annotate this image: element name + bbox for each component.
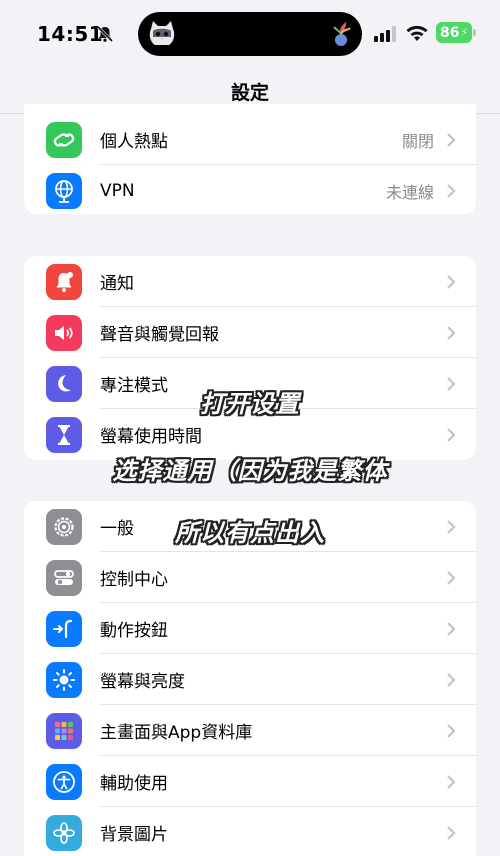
chevron-right-icon [447,621,456,636]
row-value: 未連線 [385,182,434,202]
status-bar: 14:51 86 ⚡ [0,0,500,70]
status-time: 14:51 [37,22,104,46]
row-screen-time[interactable]: 螢幕使用時間 [24,409,476,460]
wifi-icon [406,25,428,41]
settings-group-general: 一般 控制中心 動作按鈕 螢幕與亮度 主畫面與App資料庫 輔助使用 背景圖片 [24,501,476,856]
row-wallpaper[interactable]: 背景圖片 [24,807,476,856]
page-title: 設定 [230,82,269,104]
row-label: 一般 [100,519,134,539]
chevron-right-icon [447,427,456,442]
row-label: 動作按鈕 [100,621,168,641]
action-button-icon [46,610,82,647]
chevron-right-icon [447,274,456,289]
row-sounds-haptics[interactable]: 聲音與觸覺回報 [24,307,476,358]
row-action-button[interactable]: 動作按鈕 [24,603,476,654]
settings-group-notifications: 通知 聲音與觸覺回報 專注模式 螢幕使用時間 [24,256,476,460]
row-label: 螢幕使用時間 [100,427,202,447]
gear-icon [46,508,82,545]
row-label: 螢幕與亮度 [100,672,185,692]
chevron-right-icon [447,183,456,198]
bell-slash-icon [96,25,114,43]
speaker-icon [46,314,82,351]
chevron-right-icon [447,376,456,391]
battery-level: 86 [440,24,460,41]
moon-icon [46,365,82,402]
chevron-right-icon [447,570,456,585]
vpn-globe-icon [46,172,82,209]
row-accessibility[interactable]: 輔助使用 [24,756,476,807]
row-label: 控制中心 [100,570,168,590]
row-personal-hotspot[interactable]: 個人熱點 關閉 [24,114,476,165]
flower-app-icon [333,22,351,46]
row-vpn[interactable]: VPN 未連線 [24,165,476,214]
app-grid-icon [46,712,82,749]
row-general[interactable]: 一般 [24,501,476,552]
row-notifications[interactable]: 通知 [24,256,476,307]
row-label: VPN [100,180,135,201]
chevron-right-icon [447,519,456,534]
row-label: 個人熱點 [100,132,168,152]
chevron-right-icon [447,672,456,687]
settings-group-connectivity: 個人熱點 關閉 VPN 未連線 [24,104,476,214]
row-label: 通知 [100,274,134,294]
row-label: 主畫面與App資料庫 [100,723,253,743]
sun-icon [46,661,82,698]
cat-avatar-icon [149,21,175,45]
row-home-screen-app-library[interactable]: 主畫面與App資料庫 [24,705,476,756]
charging-bolt-icon: ⚡ [460,26,469,39]
chevron-right-icon [447,774,456,789]
hotspot-icon [46,121,82,158]
row-label: 背景圖片 [100,825,168,845]
battery-tip [473,29,476,36]
hourglass-icon [46,416,82,453]
flower-icon [46,814,82,851]
chevron-right-icon [447,132,456,147]
accessibility-icon [46,763,82,800]
bell-icon [46,263,82,300]
dynamic-island[interactable] [138,12,362,56]
row-control-center[interactable]: 控制中心 [24,552,476,603]
chevron-right-icon [447,723,456,738]
row-value: 關閉 [401,131,434,151]
row-focus[interactable]: 專注模式 [24,358,476,409]
chevron-right-icon [447,825,456,840]
row-label: 專注模式 [100,376,168,396]
cellular-signal-icon [374,26,396,42]
row-label: 輔助使用 [100,774,168,794]
toggles-icon [46,559,82,596]
chevron-right-icon [447,325,456,340]
battery-indicator: 86 ⚡ [436,22,472,43]
row-label: 聲音與觸覺回報 [100,325,219,345]
row-display-brightness[interactable]: 螢幕與亮度 [24,654,476,705]
